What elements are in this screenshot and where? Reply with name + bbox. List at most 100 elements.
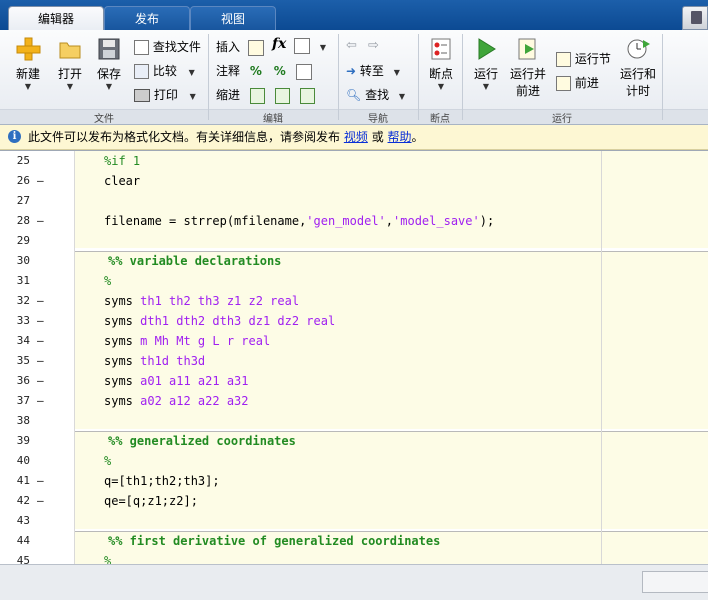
notice-end-text: 。 <box>411 130 424 144</box>
run-section-button[interactable]: 运行节 <box>556 50 611 67</box>
insert-function-dropdown-icon: ▼ <box>319 42 326 52</box>
code-line[interactable]: q=[th1;th2;th3]; <box>104 474 220 488</box>
line-number: 39 <box>16 434 30 447</box>
group-separator <box>662 34 663 120</box>
forward-button[interactable]: ⇨ <box>368 38 379 53</box>
line-number: 43 <box>16 514 30 527</box>
breakpoint-marker[interactable]: – <box>37 374 45 387</box>
line-number: 28 <box>16 214 30 227</box>
print-dropdown-icon: ▼ <box>189 92 196 101</box>
comment-button[interactable]: 注释 % % <box>216 62 312 80</box>
run-button[interactable]: 运行 ▼ <box>468 36 504 91</box>
line-number: 36 <box>16 374 30 387</box>
tab-publish[interactable]: 发布 <box>104 6 190 31</box>
breakpoint-marker[interactable]: – <box>37 354 45 367</box>
new-dropdown-icon: ▼ <box>24 82 32 91</box>
new-button[interactable]: 新建 ▼ <box>8 36 48 91</box>
insert-label: 插入 <box>216 40 241 54</box>
code-line[interactable]: %if 1 <box>104 154 140 168</box>
breakpoint-marker[interactable]: – <box>37 294 45 307</box>
insert-button[interactable]: 插入 <box>216 38 264 56</box>
code-line[interactable]: syms th1d th3d <box>104 354 205 368</box>
code-line[interactable]: syms dth1 dth2 dth3 dz1 dz2 real <box>104 314 335 328</box>
advance-icon <box>556 76 571 91</box>
breakpoint-marker[interactable]: – <box>37 494 45 507</box>
undock-button[interactable] <box>682 6 708 30</box>
run-group-label: 运行 <box>552 114 572 125</box>
breakpoints-button[interactable]: 断点 ▼ <box>422 36 460 91</box>
code-line[interactable]: syms m Mh Mt g L r real <box>104 334 270 348</box>
print-button[interactable]: 打印 ▼ <box>134 86 196 103</box>
breakpoints-icon <box>431 38 451 60</box>
breakpoint-marker[interactable]: – <box>37 214 45 227</box>
insert-section-icon <box>247 39 264 56</box>
back-button[interactable]: ⇦ <box>346 38 357 53</box>
indent-button[interactable]: 缩进 <box>216 86 315 104</box>
compare-dropdown-icon: ▼ <box>188 68 195 77</box>
printer-icon <box>134 89 150 102</box>
code-line[interactable]: filename = strrep(mfilename,'gen_model',… <box>104 214 494 228</box>
find-files-icon <box>134 40 149 55</box>
code-line[interactable]: %% first derivative of generalized coord… <box>108 534 440 548</box>
open-button[interactable]: 打开 ▼ <box>52 36 88 91</box>
find-files-button[interactable]: 查找文件 <box>134 38 201 55</box>
goto-dropdown-icon: ▼ <box>393 68 400 77</box>
help-link[interactable]: 帮助 <box>388 130 412 144</box>
line-number: 40 <box>16 454 30 467</box>
run-time-label-line2: 计时 <box>625 84 650 98</box>
comment-label: 注释 <box>216 64 241 78</box>
run-advance-icon <box>518 38 536 60</box>
tab-view[interactable]: 视图 <box>190 6 276 31</box>
open-dropdown-icon: ▼ <box>66 82 74 91</box>
open-label: 打开 <box>57 67 82 81</box>
breakpoints-dropdown-icon: ▼ <box>437 82 445 91</box>
breakpoint-marker[interactable]: – <box>37 174 45 187</box>
ribbon: 新建 ▼ 打开 ▼ 保存 ▼ 查找文件 比较 ▼ 打印 ▼ 文件 插入 fx ▼… <box>0 30 708 125</box>
notice-text: 此文件可以发布为格式化文档。有关详细信息，请参阅发布 <box>28 130 341 144</box>
save-button[interactable]: 保存 ▼ <box>92 36 126 91</box>
fx-button[interactable]: fx <box>272 36 286 52</box>
code-line[interactable]: syms a01 a11 a21 a31 <box>104 374 249 388</box>
video-link[interactable]: 视频 <box>344 130 368 144</box>
search-icon: 🔍︎ <box>346 88 362 102</box>
code-line[interactable]: syms th1 th2 th3 z1 z2 real <box>104 294 299 308</box>
insert-function-button[interactable]: ▼ <box>294 38 326 54</box>
code-line[interactable]: % <box>104 274 111 288</box>
forward-arrow-icon: ⇨ <box>368 38 379 53</box>
tab-editor[interactable]: 编辑器 <box>8 6 104 31</box>
code-line[interactable]: clear <box>104 174 140 188</box>
wrap-comment-icon <box>295 63 312 80</box>
advance-button[interactable]: 前进 <box>556 74 599 91</box>
run-and-time-button[interactable]: 运行和 计时 <box>618 36 658 99</box>
decrease-indent-icon <box>299 87 315 104</box>
run-and-advance-button[interactable]: 运行并 前进 <box>508 36 548 99</box>
compare-button[interactable]: 比较 ▼ <box>134 62 195 79</box>
info-icon: i <box>8 130 21 143</box>
goto-button[interactable]: ➜ 转至 ▼ <box>346 62 400 79</box>
save-dropdown-icon: ▼ <box>105 82 113 91</box>
breakpoint-marker[interactable]: – <box>37 474 45 487</box>
print-label: 打印 <box>153 88 178 102</box>
line-number: 31 <box>16 274 30 287</box>
goto-label: 转至 <box>359 64 384 78</box>
breakpoint-marker[interactable]: – <box>37 394 45 407</box>
new-label: 新建 <box>15 67 40 81</box>
code-line[interactable]: % <box>104 454 111 468</box>
run-advance-label-line1: 运行并 <box>509 67 546 81</box>
line-number: 33 <box>16 314 30 327</box>
code-line[interactable]: %% generalized coordinates <box>108 434 296 448</box>
code-editor[interactable]: 25 %if 1 26– clear 27 28– filename = strrep(mf… <box>0 150 708 565</box>
line-number: 42 <box>16 494 30 507</box>
find-button[interactable]: 🔍︎ 查找 ▼ <box>346 86 405 103</box>
code-line[interactable]: syms a02 a12 a22 a32 <box>104 394 249 408</box>
ribbon-tab-strip: 编辑器 发布 视图 <box>0 0 708 31</box>
breakpoint-marker[interactable]: – <box>37 334 45 347</box>
code-line[interactable]: %% variable declarations <box>108 254 281 268</box>
code-line[interactable]: qe=[q;z1;z2]; <box>104 494 198 508</box>
breakpoints-label: 断点 <box>428 67 453 81</box>
breakpoint-marker[interactable]: – <box>37 314 45 327</box>
run-time-clock-icon <box>627 39 650 59</box>
line-number: 44 <box>16 534 30 547</box>
save-label: 保存 <box>96 67 121 81</box>
function-icon <box>294 38 310 54</box>
